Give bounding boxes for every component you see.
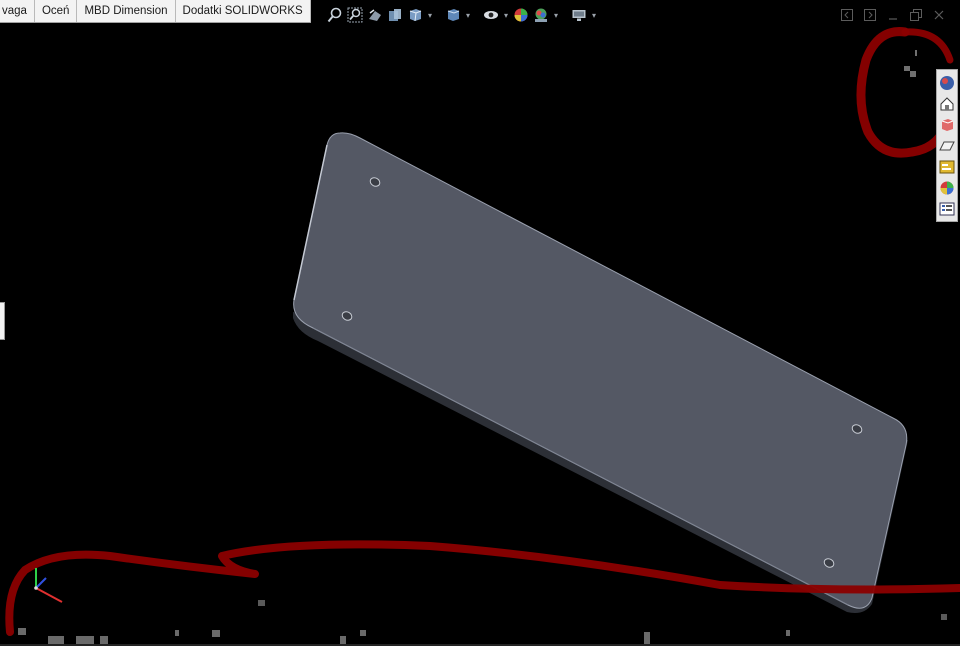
task-pane-tabs (936, 69, 958, 222)
appearances-scenes-icon[interactable] (938, 178, 957, 197)
solidworks-resources-icon[interactable] (938, 73, 957, 92)
graphics-area[interactable] (0, 0, 960, 646)
left-panel-stub[interactable] (0, 302, 5, 340)
custom-properties-icon[interactable] (938, 157, 957, 176)
file-explorer-icon[interactable] (938, 115, 957, 134)
design-library-icon[interactable] (938, 94, 957, 113)
coordinate-triad (34, 568, 63, 603)
forum-icon[interactable] (938, 199, 957, 218)
view-palette-icon[interactable] (938, 136, 957, 155)
annotation-circle (856, 27, 953, 158)
